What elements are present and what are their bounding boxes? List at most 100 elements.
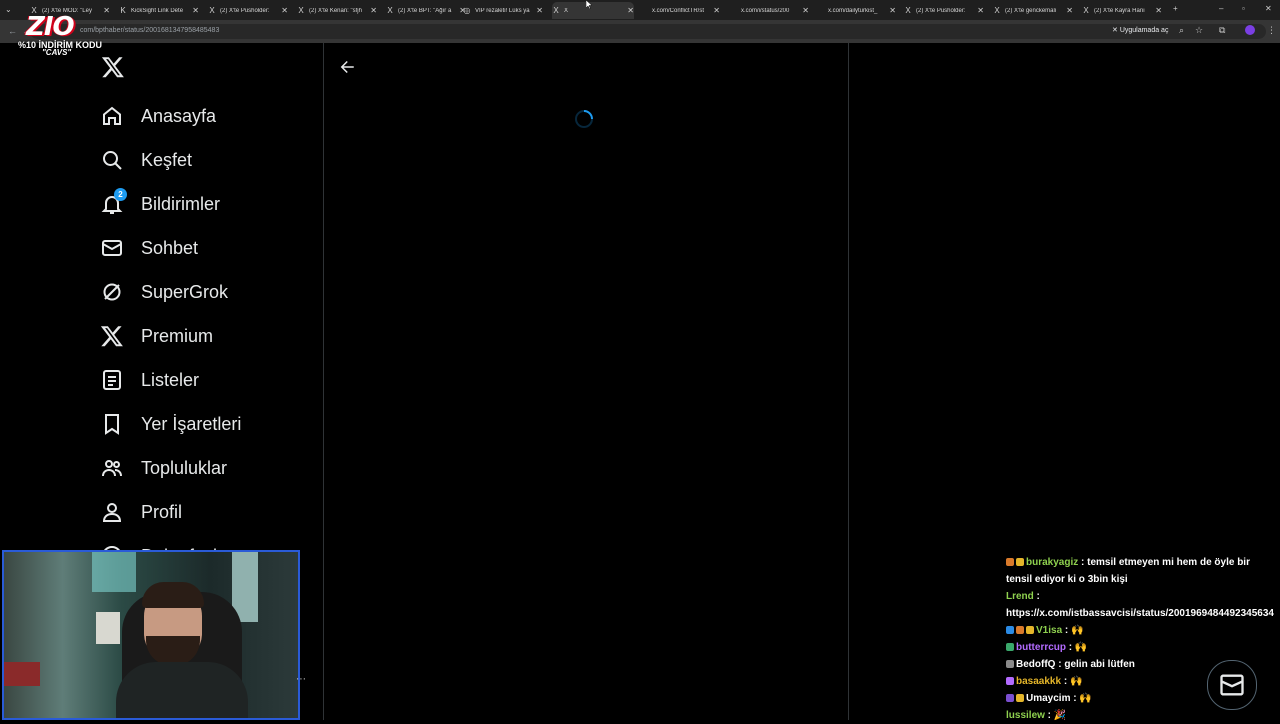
sidebar-item-label: Topluluklar <box>141 457 228 478</box>
mouse-cursor-icon <box>586 0 592 9</box>
new-tab-button[interactable]: + <box>1173 4 1178 13</box>
tab-title: (2) X'te Kenan: "sfjh <box>309 7 362 14</box>
tab-search-button[interactable]: ⌄ <box>5 5 12 14</box>
tab-close-icon[interactable]: ✕ <box>627 6 634 15</box>
tab-close-icon[interactable]: ✕ <box>281 6 288 15</box>
tab-close-icon[interactable]: ✕ <box>103 6 110 15</box>
webcam-more-icon[interactable]: ⋯ <box>296 674 306 685</box>
tab-title: KickSight Link Dete <box>131 7 184 14</box>
webcam-person-hair <box>142 582 204 608</box>
url-text[interactable]: com/bpthaber/status/2001681347958485483 <box>80 27 219 34</box>
sidebar-item-keşfet[interactable]: Keşfet <box>96 138 192 182</box>
webcam-frame-picture <box>96 612 120 644</box>
stream-sponsor-logo: ZIO %10 İNDİRİM KODU "CAVS" <box>18 12 102 58</box>
tab-close-icon[interactable]: ✕ <box>1066 6 1073 15</box>
webcam-overlay <box>2 550 300 720</box>
tab-title: X <box>564 7 569 14</box>
chat-text: https://x.com/istbassavcisi/status/20019… <box>1006 608 1274 619</box>
chat-username: BedoffQ <box>1016 659 1056 670</box>
mail-icon <box>96 235 128 261</box>
x-logo-icon <box>96 323 128 349</box>
chat-username: lussilew <box>1006 710 1045 721</box>
tab-favicon-icon: X <box>905 5 911 15</box>
tab-close-icon[interactable]: ✕ <box>370 6 377 15</box>
tab-favicon-icon <box>729 7 737 15</box>
close-window-button[interactable]: ✕ <box>1265 4 1272 13</box>
chat-message: burakyagiz : temsil etmeyen mi hem de öy… <box>1006 554 1274 588</box>
tab-title: x.com/i/status/200 <box>741 7 790 14</box>
sponsor-logo-mark: ZIO <box>26 12 75 42</box>
browser-tab[interactable]: x.com/dailyturkist_ ✕ <box>816 2 896 19</box>
tab-close-icon[interactable]: ✕ <box>802 6 809 15</box>
browser-tab[interactable]: X (2) X'te genckemali ✕ <box>993 2 1073 19</box>
sidebar-item-supergrok[interactable]: SuperGrok <box>96 270 228 314</box>
zoom-icon[interactable]: ⌕ <box>1179 25 1184 36</box>
chat-username: V1isa <box>1036 625 1063 636</box>
browser-tab[interactable]: K KickSight Link Dete ✕ <box>119 2 199 19</box>
extensions-icon[interactable]: ⧉ <box>1219 25 1225 36</box>
star-icon[interactable]: ☆ <box>1195 25 1203 36</box>
x-logo-icon[interactable] <box>101 55 125 79</box>
messages-drawer-button[interactable] <box>1207 660 1257 710</box>
notification-count-badge: 2 <box>114 188 127 201</box>
sidebar-item-label: Bildirimler <box>141 193 221 214</box>
browser-tab[interactable]: X (2) X'te Kenan: "sfjh ✕ <box>297 2 377 19</box>
sidebar-item-label: Profil <box>141 501 183 522</box>
sidebar-item-topluluklar[interactable]: Topluluklar <box>96 446 227 490</box>
sidebar-item-anasayfa[interactable]: Anasayfa <box>96 94 216 138</box>
promo-code: "CAVS" <box>42 48 72 57</box>
sidebar-item-listeler[interactable]: Listeler <box>96 358 199 402</box>
tab-close-icon[interactable]: ✕ <box>192 6 199 15</box>
tab-close-icon[interactable]: ✕ <box>536 6 543 15</box>
browser-tab[interactable]: X X ✕ <box>552 2 634 19</box>
back-arrow-icon[interactable] <box>338 58 356 76</box>
tab-favicon-icon: X <box>209 5 215 15</box>
chat-separator: : <box>1062 625 1072 636</box>
webcam-light-panel <box>92 552 136 592</box>
profile-icon <box>96 499 128 525</box>
sidebar-item-premium[interactable]: Premium <box>96 314 213 358</box>
browser-tab[interactable]: X (2) X'te Kayra Hanı ✕ <box>1082 2 1162 19</box>
browser-tab[interactable]: x.com/i/status/200 ✕ <box>729 2 809 19</box>
browser-tab[interactable]: x.com/ConflictTR/st ✕ <box>640 2 720 19</box>
chat-text: 🙌 <box>1074 642 1088 653</box>
tab-title: (2) X'te Pusholder: <box>916 7 966 14</box>
tab-title: VIP rezaleti! Lüks ya <box>475 7 530 14</box>
chat-badge-icon <box>1006 643 1014 652</box>
chat-badge-icon <box>1006 677 1014 686</box>
menu-kebab-icon[interactable]: ⋮ <box>1267 25 1276 36</box>
tab-close-icon[interactable]: ✕ <box>977 6 984 15</box>
chat-badge-icon <box>1006 660 1014 669</box>
sidebar-item-yer-i-şaretleri[interactable]: Yer İşaretleri <box>96 402 241 446</box>
communities-icon <box>96 455 128 481</box>
browser-tab[interactable]: X (2) X'te BPT: "Ağır a ✕ <box>386 2 466 19</box>
back-nav-icon[interactable]: ← <box>8 26 17 36</box>
search-icon <box>96 147 128 173</box>
browser-tab[interactable]: X (2) X'te Pusholder: ✕ <box>904 2 984 19</box>
sidebar-item-sohbet[interactable]: Sohbet <box>96 226 198 270</box>
tab-title: (2) X'te genckemali <box>1005 7 1057 14</box>
restore-button[interactable]: ▫ <box>1242 4 1245 13</box>
profile-avatar-icon[interactable] <box>1245 25 1255 35</box>
browser-tab[interactable]: ◎ VIP rezaleti! Lüks ya ✕ <box>463 2 544 19</box>
tab-close-icon[interactable]: ✕ <box>889 6 896 15</box>
tab-favicon-icon: X <box>387 5 393 15</box>
tab-favicon-icon: X <box>994 5 1000 15</box>
chat-separator: : <box>1044 710 1054 721</box>
minimize-button[interactable]: – <box>1219 4 1223 13</box>
chat-username: basaakkk <box>1016 676 1062 687</box>
tab-close-icon[interactable]: ✕ <box>713 6 720 15</box>
sidebar-item-bildirimler[interactable]: 2 Bildirimler <box>96 182 220 226</box>
home-icon <box>96 103 128 129</box>
chat-message: V1isa : 🙌 <box>1006 622 1274 639</box>
tab-favicon-icon: X <box>553 5 559 15</box>
tab-close-icon[interactable]: ✕ <box>1155 6 1162 15</box>
chat-text: gelin abi lütfen <box>1064 659 1135 670</box>
chat-separator: : <box>1066 642 1075 653</box>
sidebar-item-profil[interactable]: Profil <box>96 490 182 534</box>
webcam-red-object <box>4 662 40 686</box>
tab-title: x.com/ConflictTR/st <box>652 7 705 14</box>
open-in-app-button[interactable]: ✕ Uygulamada aç <box>1112 26 1168 34</box>
browser-tab[interactable]: X (2) X'te Pusholder: ✕ <box>208 2 288 19</box>
mail-icon <box>1220 674 1244 696</box>
